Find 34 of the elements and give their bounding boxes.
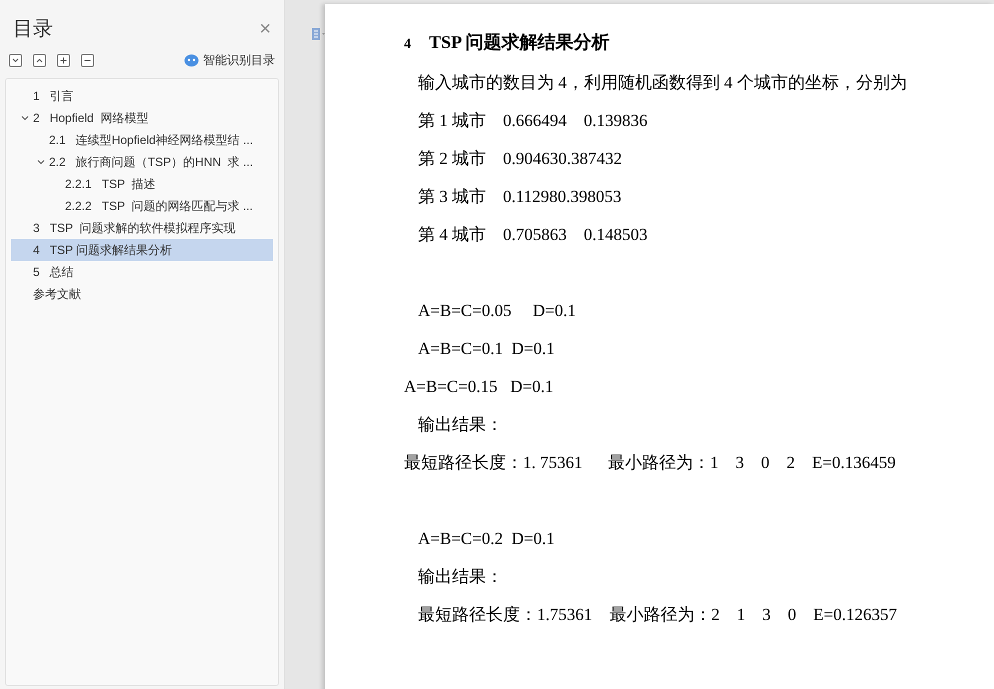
expand-up-icon[interactable] bbox=[33, 54, 46, 66]
paragraph: 第 1 城市 0.666494 0.139836 bbox=[418, 110, 648, 132]
paragraph: 输入城市的数目为 4，利用随机函数得到 4 个城市的坐标，分别为 bbox=[418, 72, 907, 94]
collapse-icon[interactable] bbox=[9, 54, 22, 66]
toc-item[interactable]: 2.2.1 TSP 描述 bbox=[11, 173, 273, 195]
toc-item[interactable]: 2.2.2 TSP 问题的网络匹配与求 ... bbox=[11, 195, 273, 217]
paragraph: 第 3 城市 0.112980.398053 bbox=[418, 186, 622, 208]
heading-number: 4 bbox=[404, 36, 412, 54]
paragraph: 输出结果： bbox=[418, 566, 503, 588]
smart-toc-button[interactable]: 智能识别目录 bbox=[184, 51, 275, 69]
chevron-icon[interactable] bbox=[36, 157, 46, 167]
section-heading: TSP 问题求解结果分析 bbox=[429, 31, 610, 54]
toc-item[interactable]: 1 引言 bbox=[11, 85, 273, 107]
toc-item[interactable]: 5 总结 bbox=[11, 261, 273, 283]
toc-item[interactable]: 3 TSP 问题求解的软件模拟程序实现 bbox=[11, 217, 273, 239]
minus-icon[interactable] bbox=[81, 54, 94, 66]
paragraph: A=B=C=0.1 D=0.1 bbox=[418, 338, 555, 360]
paragraph: 最短路径长度：1. 75361 最小路径为：1 3 0 2 E=0.136459 bbox=[404, 452, 896, 474]
chevron-icon[interactable] bbox=[20, 113, 30, 123]
robot-icon bbox=[184, 54, 199, 66]
toc-item[interactable]: 4 TSP 问题求解结果分析 bbox=[11, 239, 273, 261]
panel-title: 目录 bbox=[13, 17, 53, 42]
toc-item[interactable]: 2 Hopfield 网络模型 bbox=[11, 107, 273, 129]
paragraph: 第 4 城市 0.705863 0.148503 bbox=[418, 224, 648, 246]
paragraph: 第 2 城市 0.904630.387432 bbox=[418, 148, 622, 170]
paragraph: A=B=C=0.15 D=0.1 bbox=[404, 376, 554, 398]
paragraph: A=B=C=0.2 D=0.1 bbox=[418, 528, 555, 550]
toc-item[interactable]: 2.1 连续型Hopfield神经网络模型结 ... bbox=[11, 129, 273, 151]
paragraph: 最短路径长度：1.75361 最小路径为：2 1 3 0 E=0.126357 bbox=[418, 604, 897, 626]
plus-icon[interactable] bbox=[57, 54, 70, 66]
paragraph: A=B=C=0.05 D=0.1 bbox=[418, 300, 576, 322]
toc-item[interactable]: 2.2 旅行商问题（TSP）的HNN 求 ... bbox=[11, 151, 273, 173]
toc-item[interactable]: 参考文献 bbox=[11, 283, 273, 305]
paragraph: 输出结果： bbox=[418, 414, 503, 436]
